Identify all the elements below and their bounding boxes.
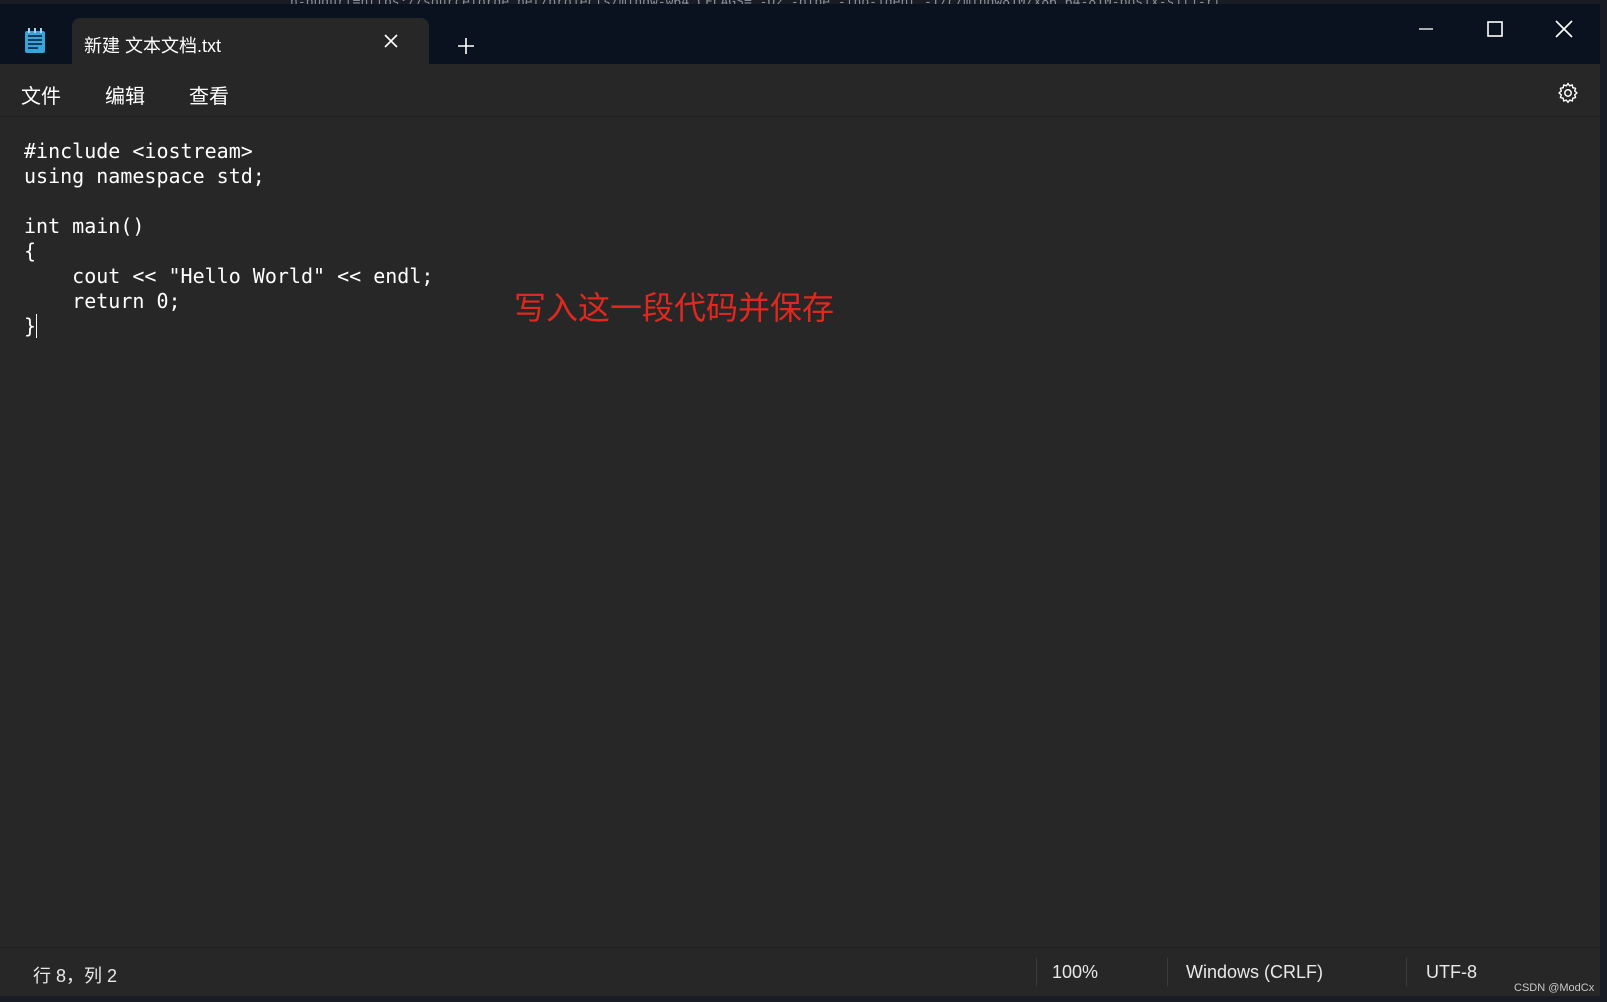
menu-file[interactable]: 文件 (21, 80, 61, 109)
minimize-icon[interactable] (1406, 16, 1446, 42)
cursor-position: 行 8，列 2 (33, 966, 118, 986)
text-editor[interactable]: #include <iostream> using namespace std;… (0, 117, 1600, 947)
encoding[interactable]: UTF-8 (1426, 962, 1477, 983)
editor-text: #include <iostream> using namespace std;… (24, 139, 434, 338)
status-divider (1036, 958, 1037, 986)
line-ending[interactable]: Windows (CRLF) (1186, 962, 1323, 983)
tab-title: 新建 文本文档.txt (84, 36, 222, 56)
menu-view[interactable]: 查看 (189, 80, 229, 109)
status-bar: 行 8，列 2 100% Windows (CRLF) UTF-8 (0, 947, 1600, 996)
title-bar[interactable]: 新建 文本文档.txt (0, 4, 1600, 64)
gear-icon[interactable] (1556, 81, 1580, 105)
tab-document[interactable]: 新建 文本文档.txt (72, 18, 429, 64)
annotation-text: 写入这一段代码并保存 (514, 290, 835, 326)
plus-icon[interactable] (457, 37, 475, 55)
notepad-window: 新建 文本文档.txt 文件 编辑 查看 #include <iostream>… (0, 4, 1600, 996)
watermark: CSDN @ModCx (1514, 982, 1595, 994)
status-divider (1406, 958, 1407, 986)
maximize-icon[interactable] (1475, 16, 1515, 42)
notepad-icon (25, 28, 45, 53)
menu-bar: 文件 编辑 查看 (0, 64, 1600, 117)
window-close-icon[interactable] (1544, 16, 1584, 42)
zoom-level[interactable]: 100% (1052, 962, 1098, 983)
text-caret (36, 314, 38, 338)
editor-content[interactable]: #include <iostream> using namespace std;… (24, 139, 433, 339)
menu-edit[interactable]: 编辑 (105, 80, 145, 109)
close-icon[interactable] (383, 33, 399, 49)
status-divider (1167, 958, 1168, 986)
